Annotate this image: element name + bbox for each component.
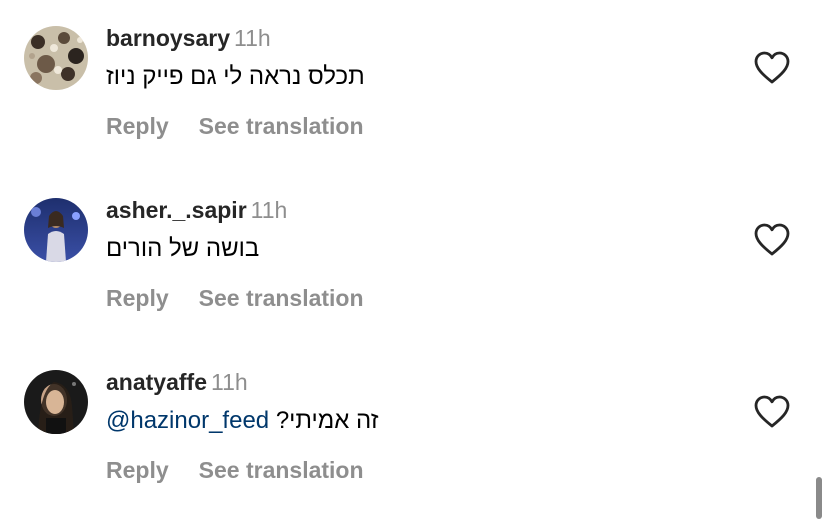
avatar[interactable] <box>24 198 88 262</box>
like-button[interactable] <box>754 51 790 85</box>
comment-item: anatyaffe 11h @hazinor_feed זה אמיתי? Rep… <box>0 344 828 494</box>
see-translation-button[interactable]: See translation <box>199 285 364 311</box>
heart-outline-icon <box>754 223 790 256</box>
timestamp: 11h <box>210 369 248 395</box>
comment-meta: anatyaffe 11h <box>106 368 248 396</box>
comment-meta: asher._.sapir 11h <box>106 196 287 224</box>
timestamp: 11h <box>250 197 288 223</box>
see-translation-button[interactable]: See translation <box>199 457 364 483</box>
comment-meta: barnoysary 11h <box>106 24 271 52</box>
reply-button[interactable]: Reply <box>106 285 169 311</box>
comment-text: תכלס נראה לי גם פייק ניוז <box>106 62 365 92</box>
comment-text: בושה של הורים <box>106 234 259 264</box>
avatar[interactable] <box>24 26 88 90</box>
see-translation-button[interactable]: See translation <box>199 113 364 139</box>
username[interactable]: asher._.sapir <box>106 197 247 223</box>
comment-actions: Reply See translation <box>106 284 364 312</box>
username[interactable]: anatyaffe <box>106 369 207 395</box>
reply-button[interactable]: Reply <box>106 113 169 139</box>
mention-link[interactable]: @hazinor_feed <box>106 407 269 434</box>
comment-actions: Reply See translation <box>106 112 364 140</box>
comment-body: זה אמיתי? <box>275 407 379 434</box>
scrollbar[interactable] <box>816 477 822 519</box>
like-button[interactable] <box>754 223 790 257</box>
reply-button[interactable]: Reply <box>106 457 169 483</box>
comment-item: barnoysary 11h תכלס נראה לי גם פייק ניוז … <box>0 0 828 150</box>
timestamp: 11h <box>234 25 271 51</box>
heart-outline-icon <box>754 51 790 84</box>
avatar[interactable] <box>24 370 88 434</box>
comment-item: asher._.sapir 11h בושה של הורים Reply See … <box>0 172 828 322</box>
comment-text: @hazinor_feed זה אמיתי? <box>106 406 378 436</box>
like-button[interactable] <box>754 395 790 429</box>
comment-body: בושה של הורים <box>106 235 260 262</box>
comment-body: תכלס נראה לי גם פייק ניוז <box>106 63 365 90</box>
heart-outline-icon <box>754 395 790 428</box>
username[interactable]: barnoysary <box>106 25 230 51</box>
comment-actions: Reply See translation <box>106 456 364 484</box>
